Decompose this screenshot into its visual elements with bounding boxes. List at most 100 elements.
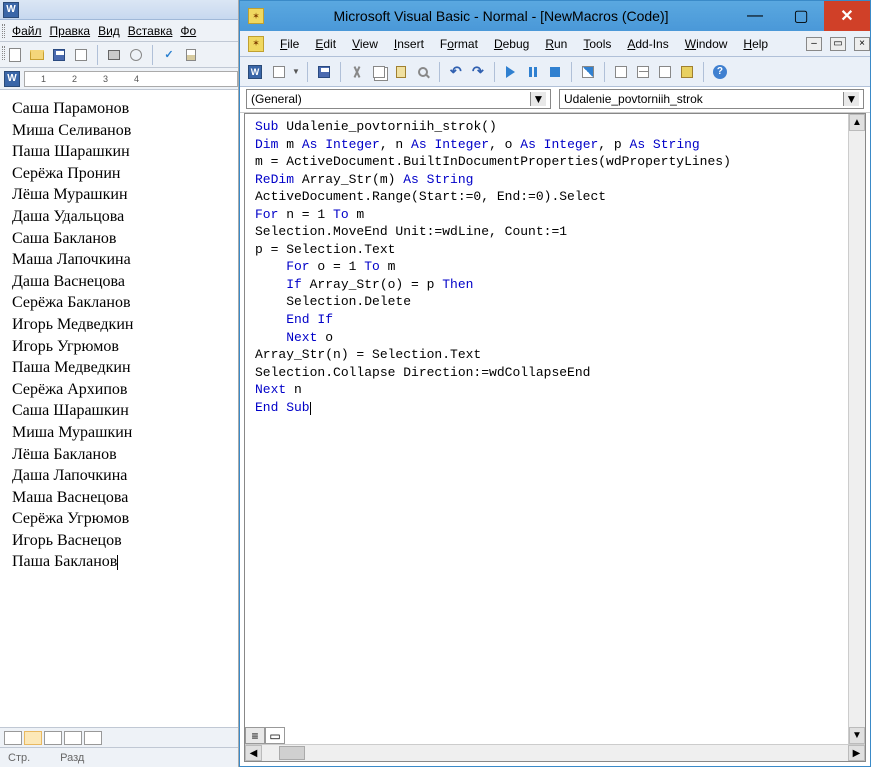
menu-edit[interactable]: Правка — [50, 24, 91, 38]
horizontal-scrollbar[interactable]: ◀ ▶ — [245, 744, 865, 761]
mdi-restore-button[interactable]: ▭ — [830, 37, 846, 51]
maximize-button[interactable]: ▢ — [778, 1, 824, 31]
undo-button[interactable]: ↶ — [447, 63, 465, 81]
dropdown-arrow-icon[interactable]: ▼ — [292, 67, 300, 76]
scroll-left-button[interactable]: ◀ — [245, 745, 262, 761]
status-page-label: Стр. — [8, 752, 30, 764]
redo-button[interactable]: ↷ — [469, 63, 487, 81]
design-mode-button[interactable] — [579, 63, 597, 81]
menu-insert[interactable]: Insert — [388, 35, 430, 53]
separator — [439, 62, 440, 82]
word-menubar[interactable]: Файл Правка Вид Вставка Фо — [0, 20, 238, 42]
procedure-dropdown-value: Udalenie_povtorniih_strok — [564, 92, 703, 106]
object-dropdown[interactable]: (General) ▼ — [246, 89, 551, 109]
save-button[interactable] — [315, 63, 333, 81]
code-object-proc-dropdowns: (General) ▼ Udalenie_povtorniih_strok ▼ — [240, 87, 870, 113]
save-button[interactable] — [50, 46, 68, 64]
menu-insert[interactable]: Вставка — [128, 24, 173, 38]
cut-button[interactable] — [348, 63, 366, 81]
find-icon — [418, 67, 428, 77]
print-preview-button[interactable] — [127, 46, 145, 64]
code-line: End If — [255, 311, 861, 329]
minimize-button[interactable]: — — [732, 1, 778, 31]
menu-format[interactable]: Format — [434, 35, 484, 53]
scroll-up-button[interactable]: ▲ — [849, 114, 865, 131]
run-icon — [506, 66, 515, 78]
new-doc-button[interactable] — [6, 46, 24, 64]
toolbar-grip-icon[interactable] — [2, 24, 5, 38]
separator — [340, 62, 341, 82]
doc-line: Саша Парамонов — [12, 98, 228, 120]
full-module-view-button[interactable]: ▭ — [265, 727, 285, 744]
mdi-minimize-button[interactable]: – — [806, 37, 822, 51]
reading-view-button[interactable] — [84, 731, 102, 745]
project-explorer-button[interactable] — [612, 63, 630, 81]
toolbox-button[interactable] — [678, 63, 696, 81]
scroll-thumb[interactable] — [279, 746, 305, 760]
insert-module-button[interactable] — [270, 63, 288, 81]
permission-button[interactable] — [72, 46, 90, 64]
vba-doc-icon: ✶ — [248, 36, 264, 52]
menu-addins[interactable]: Add-Ins — [621, 35, 674, 53]
break-button[interactable] — [524, 63, 542, 81]
separator — [97, 45, 98, 65]
research-button[interactable] — [182, 46, 200, 64]
code-line: p = Selection.Text — [255, 241, 861, 259]
permission-icon — [75, 49, 87, 61]
normal-view-button[interactable] — [4, 731, 22, 745]
doc-line: Саша Бакланов — [12, 228, 228, 250]
menu-edit[interactable]: Edit — [309, 35, 342, 53]
menu-file[interactable]: File — [274, 35, 305, 53]
document-body[interactable]: Саша Парамонов Миша Селиванов Паша Шараш… — [0, 90, 238, 727]
procedure-view-button[interactable]: ≡ — [245, 727, 265, 744]
find-button[interactable] — [414, 63, 432, 81]
design-icon — [582, 66, 594, 78]
code-editor[interactable]: Sub Udalenie_povtorniih_strok() Dim m As… — [245, 114, 865, 761]
menu-view[interactable]: Вид — [98, 24, 120, 38]
spellcheck-button[interactable]: ✓ — [160, 46, 178, 64]
view-word-button[interactable]: W — [248, 63, 266, 81]
vba-menubar[interactable]: ✶ File Edit View Insert Format Debug Run… — [240, 31, 870, 57]
code-line: Array_Str(n) = Selection.Text — [255, 346, 861, 364]
menu-window[interactable]: Window — [679, 35, 734, 53]
reset-button[interactable] — [546, 63, 564, 81]
vertical-scrollbar[interactable]: ▲ ▼ — [848, 114, 865, 744]
doc-line: Игорь Васнецов — [12, 530, 228, 552]
menu-file[interactable]: Файл — [12, 24, 42, 38]
word-icon: W — [248, 65, 262, 79]
print-button[interactable] — [105, 46, 123, 64]
toolbar-grip-icon[interactable] — [2, 46, 5, 60]
procedure-dropdown[interactable]: Udalenie_povtorniih_strok ▼ — [559, 89, 864, 109]
horizontal-ruler[interactable]: 1 2 3 4 — [24, 71, 238, 87]
menu-format[interactable]: Фо — [180, 24, 196, 38]
folder-open-icon — [30, 50, 44, 60]
menu-help[interactable]: Help — [737, 35, 774, 53]
web-layout-view-button[interactable] — [44, 731, 62, 745]
menu-tools[interactable]: Tools — [577, 35, 617, 53]
doc-line: Лёша Мурашкин — [12, 184, 228, 206]
vba-titlebar[interactable]: ✶ Microsoft Visual Basic - Normal - [New… — [240, 1, 870, 31]
menu-debug[interactable]: Debug — [488, 35, 535, 53]
doc-line: Серёжа Бакланов — [12, 292, 228, 314]
code-line: Selection.Delete — [255, 293, 861, 311]
chevron-down-icon: ▼ — [843, 92, 859, 106]
open-button[interactable] — [28, 46, 46, 64]
menu-view[interactable]: View — [346, 35, 384, 53]
scroll-down-button[interactable]: ▼ — [849, 727, 865, 744]
help-button[interactable]: ? — [711, 63, 729, 81]
paste-button[interactable] — [392, 63, 410, 81]
copy-button[interactable] — [370, 63, 388, 81]
scroll-right-button[interactable]: ▶ — [848, 745, 865, 761]
separator — [494, 62, 495, 82]
doc-line: Серёжа Угрюмов — [12, 508, 228, 530]
paste-icon — [396, 66, 406, 78]
properties-window-button[interactable] — [634, 63, 652, 81]
mdi-close-button[interactable]: × — [854, 37, 870, 51]
object-browser-button[interactable] — [656, 63, 674, 81]
run-button[interactable] — [502, 63, 520, 81]
outline-view-button[interactable] — [64, 731, 82, 745]
menu-run[interactable]: Run — [539, 35, 573, 53]
print-layout-view-button[interactable] — [24, 731, 42, 745]
close-button[interactable]: ✕ — [824, 1, 870, 31]
code-line: For n = 1 To m — [255, 206, 861, 224]
